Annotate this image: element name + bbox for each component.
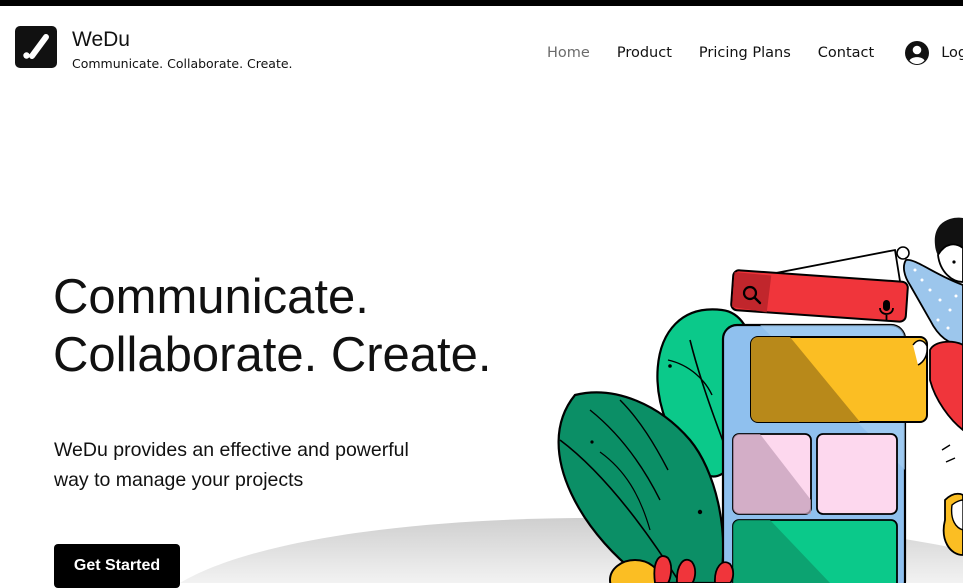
get-started-button[interactable]: Get Started [54,544,180,588]
search-banner-icon [730,248,909,323]
hero-illustration [180,217,963,583]
pink-card-right-icon [816,433,898,515]
yellow-card-icon [750,336,928,423]
